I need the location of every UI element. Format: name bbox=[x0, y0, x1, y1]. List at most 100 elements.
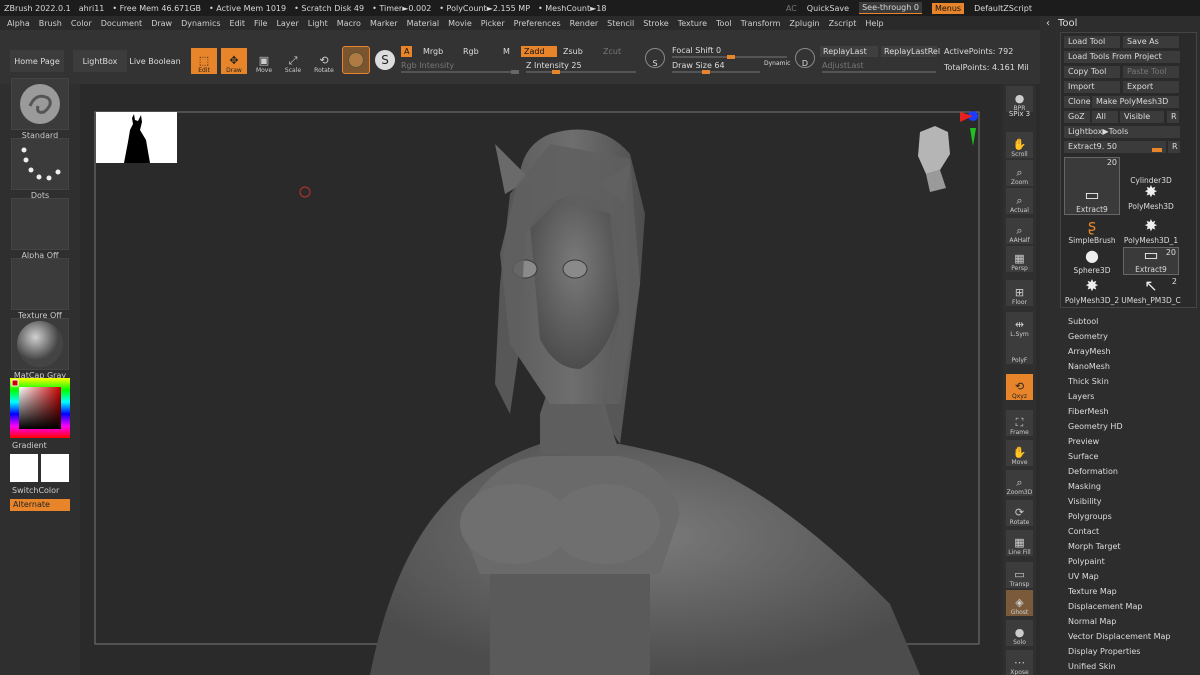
gradient-label[interactable]: Gradient bbox=[12, 441, 47, 450]
tool-thumb-1[interactable]: Cylinder3D bbox=[1123, 157, 1179, 185]
tool-thumb-0[interactable]: ▭ Extract9 20 bbox=[1064, 157, 1120, 215]
menu-texture[interactable]: Texture bbox=[678, 19, 707, 28]
replay-last-button[interactable]: ReplayLast bbox=[820, 46, 878, 57]
subpalette-displacement-map[interactable]: Displacement Map bbox=[1068, 599, 1198, 614]
shelf-scroll-button[interactable]: ✋ Scroll bbox=[1006, 132, 1033, 158]
copy-tool-button[interactable]: Copy Tool bbox=[1064, 66, 1120, 78]
move-button[interactable]: ▣ Move bbox=[251, 48, 277, 75]
menu-preferences[interactable]: Preferences bbox=[514, 19, 561, 28]
menu-stencil[interactable]: Stencil bbox=[607, 19, 634, 28]
material-swatch[interactable] bbox=[342, 46, 370, 74]
subpalette-uv-map[interactable]: UV Map bbox=[1068, 569, 1198, 584]
subpalette-subtool[interactable]: Subtool bbox=[1068, 314, 1198, 329]
adjust-last-slider[interactable]: AdjustLast bbox=[822, 61, 936, 73]
replay-last-rel-button[interactable]: ReplayLastRel bbox=[881, 46, 940, 57]
shelf-transp-button[interactable]: ▭ Transp bbox=[1006, 562, 1033, 588]
load-tools-from-project-button[interactable]: Load Tools From Project bbox=[1064, 51, 1180, 63]
scale-button[interactable]: ⤢ Scale bbox=[280, 48, 306, 75]
matcap-gray[interactable]: MatCap Gray bbox=[11, 318, 69, 380]
paste-tool-button[interactable]: Paste Tool bbox=[1123, 66, 1179, 78]
menu-movie[interactable]: Movie bbox=[448, 19, 472, 28]
live-boolean-button[interactable]: Live Boolean bbox=[128, 50, 182, 72]
zadd-toggle[interactable]: Zadd bbox=[521, 46, 557, 57]
shelf-persp-button[interactable]: ▦ Persp bbox=[1006, 246, 1033, 272]
menu-edit[interactable]: Edit bbox=[230, 19, 246, 28]
current-tool-r-button[interactable]: R bbox=[1168, 141, 1180, 153]
menu-draw[interactable]: Draw bbox=[151, 19, 172, 28]
see-through-slider[interactable]: See-through 0 bbox=[859, 2, 922, 14]
quicksave-button[interactable]: QuickSave bbox=[807, 4, 849, 13]
stroke-icon[interactable]: S bbox=[375, 50, 395, 70]
subpalette-vector-displacement-map[interactable]: Vector Displacement Map bbox=[1068, 629, 1198, 644]
shelf-ghost-button[interactable]: ◈ Ghost bbox=[1006, 590, 1033, 616]
subpalette-polypaint[interactable]: Polypaint bbox=[1068, 554, 1198, 569]
subpalette-arraymesh[interactable]: ArrayMesh bbox=[1068, 344, 1198, 359]
default-zscript-button[interactable]: DefaultZScript bbox=[974, 4, 1032, 13]
shelf-bpr-button[interactable]: ● BPR bbox=[1006, 86, 1033, 112]
import-button[interactable]: Import bbox=[1064, 81, 1120, 93]
subpalette-surface[interactable]: Surface bbox=[1068, 449, 1198, 464]
d-mode-icon[interactable]: D bbox=[795, 48, 815, 68]
menu-light[interactable]: Light bbox=[308, 19, 328, 28]
rgb-toggle[interactable]: Rgb bbox=[460, 46, 482, 57]
shelf-spix-button[interactable]: SPix 3 bbox=[1006, 110, 1033, 122]
shelf-lsym-button[interactable]: ⇹ L.Sym bbox=[1006, 312, 1033, 338]
rotate-button[interactable]: ⟲ Rotate bbox=[311, 48, 337, 75]
subpalette-masking[interactable]: Masking bbox=[1068, 479, 1198, 494]
subpalette-fibermesh[interactable]: FiberMesh bbox=[1068, 404, 1198, 419]
subpalette-geometry-hd[interactable]: Geometry HD bbox=[1068, 419, 1198, 434]
alternate-button[interactable]: Alternate bbox=[10, 499, 70, 511]
menu-dynamics[interactable]: Dynamics bbox=[181, 19, 220, 28]
zsub-toggle[interactable]: Zsub bbox=[560, 46, 586, 57]
shelf-polyf-button[interactable]: PolyF bbox=[1006, 338, 1033, 364]
menu-zplugin[interactable]: Zplugin bbox=[789, 19, 819, 28]
subpalette-thick-skin[interactable]: Thick Skin bbox=[1068, 374, 1198, 389]
home-page-button[interactable]: Home Page bbox=[10, 50, 64, 72]
subpalette-display-properties[interactable]: Display Properties bbox=[1068, 644, 1198, 659]
menu-material[interactable]: Material bbox=[407, 19, 440, 28]
menu-zscript[interactable]: Zscript bbox=[829, 19, 857, 28]
edit-button[interactable]: ⬚ Edit bbox=[191, 48, 217, 74]
tool-thumb-4[interactable]: ✸ PolyMesh3D_1 bbox=[1123, 216, 1179, 245]
shelf-aahalf-button[interactable]: ⌕ AAHalf bbox=[1006, 218, 1033, 244]
tool-thumb-5[interactable]: ● Sphere3D bbox=[1064, 246, 1120, 275]
stroke-dots[interactable]: Dots bbox=[11, 138, 69, 200]
texture-off[interactable]: Texture Off bbox=[11, 258, 69, 320]
subpalette-deformation[interactable]: Deformation bbox=[1068, 464, 1198, 479]
tool-thumb-8[interactable]: ↖ UMesh_PM3D_C 2 bbox=[1121, 276, 1181, 305]
zcut-toggle[interactable]: Zcut bbox=[600, 46, 625, 57]
draw-button[interactable]: ✥ Draw bbox=[221, 48, 247, 74]
goz-visible-button[interactable]: Visible bbox=[1120, 111, 1164, 123]
shelf-rotate-button[interactable]: ⟳ Rotate bbox=[1006, 500, 1033, 526]
focal-shift-slider[interactable]: Focal Shift 0 bbox=[672, 46, 787, 59]
subpalette-texture-map[interactable]: Texture Map bbox=[1068, 584, 1198, 599]
alpha-off[interactable]: Alpha Off bbox=[11, 198, 69, 260]
save-as-button[interactable]: Save As bbox=[1123, 36, 1179, 48]
menu-layer[interactable]: Layer bbox=[276, 19, 298, 28]
rgb-intensity-slider[interactable]: Rgb Intensity bbox=[401, 61, 519, 74]
shelf-xpose-button[interactable]: ⋯ Xpose bbox=[1006, 650, 1033, 675]
subpalette-polygroups[interactable]: Polygroups bbox=[1068, 509, 1198, 524]
secondary-color-swatch[interactable] bbox=[41, 454, 69, 482]
tool-thumb-2[interactable]: ✸ PolyMesh3D bbox=[1123, 182, 1179, 211]
menu-help[interactable]: Help bbox=[865, 19, 883, 28]
collapse-chevron-icon[interactable]: ‹ bbox=[1046, 18, 1050, 29]
tool-thumb-7[interactable]: ✸ PolyMesh3D_2 bbox=[1064, 276, 1120, 305]
menu-transform[interactable]: Transform bbox=[741, 19, 781, 28]
menu-render[interactable]: Render bbox=[570, 19, 598, 28]
current-tool-slider[interactable]: Extract9. 50 bbox=[1064, 141, 1166, 153]
color-picker[interactable] bbox=[10, 378, 70, 438]
a-toggle[interactable]: A bbox=[401, 46, 413, 57]
subpalette-contact[interactable]: Contact bbox=[1068, 524, 1198, 539]
shelf-floor-button[interactable]: ⊞ Floor bbox=[1006, 280, 1033, 306]
document-canvas[interactable] bbox=[80, 84, 1000, 675]
shelf-actual-button[interactable]: ⌕ Actual bbox=[1006, 188, 1033, 214]
lightbox-button[interactable]: LightBox bbox=[73, 50, 127, 72]
load-tool-button[interactable]: Load Tool bbox=[1064, 36, 1120, 48]
switch-color-button[interactable]: SwitchColor bbox=[12, 486, 59, 495]
menu-brush[interactable]: Brush bbox=[39, 19, 62, 28]
shelf-zoom3d-button[interactable]: ⌕ Zoom3D bbox=[1006, 470, 1033, 496]
clone-button[interactable]: Clone bbox=[1064, 96, 1091, 108]
menu-color[interactable]: Color bbox=[71, 19, 92, 28]
m-toggle[interactable]: M bbox=[500, 46, 513, 57]
